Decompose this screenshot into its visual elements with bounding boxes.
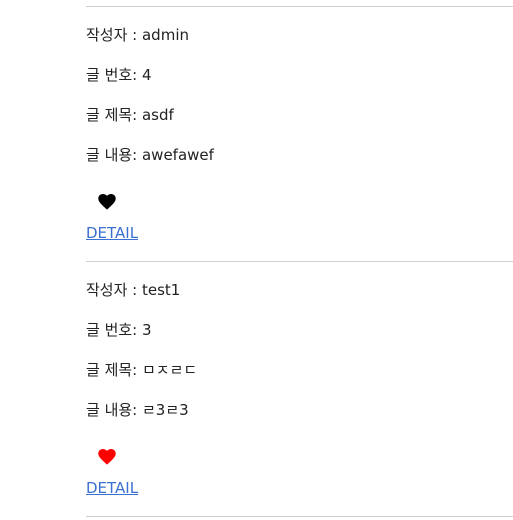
post-content: 글 내용: ㄹ3ㄹ3 bbox=[86, 401, 189, 419]
heart-icon[interactable] bbox=[98, 194, 116, 210]
detail-link[interactable]: DETAIL bbox=[86, 223, 138, 243]
heart-icon-shape bbox=[98, 194, 116, 210]
post-author: 작성자 : admin bbox=[86, 26, 189, 44]
post-title: 글 제목: ㅁㅈㄹㄷ bbox=[86, 361, 198, 379]
heart-icon[interactable] bbox=[98, 449, 116, 465]
post-content: 글 내용: awefawef bbox=[86, 146, 214, 164]
post-number: 글 번호: 4 bbox=[86, 66, 152, 84]
post-title: 글 제목: asdf bbox=[86, 106, 174, 124]
divider bbox=[86, 6, 513, 7]
divider bbox=[86, 261, 513, 262]
post-author: 작성자 : test1 bbox=[86, 281, 181, 299]
heart-icon-shape bbox=[98, 449, 116, 465]
detail-link[interactable]: DETAIL bbox=[86, 478, 138, 498]
post-number: 글 번호: 3 bbox=[86, 321, 152, 339]
divider bbox=[86, 516, 513, 517]
